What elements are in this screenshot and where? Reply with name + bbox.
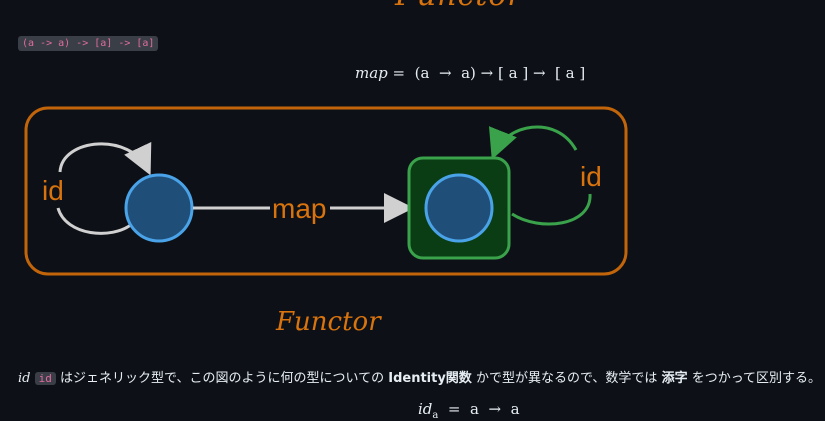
bold-subscript: 添字 [661, 371, 688, 386]
paragraph-text-1: はジェネリック型で、この図のように何の型についての [55, 371, 389, 386]
diagram-caption: Functor [276, 307, 381, 337]
right-identity-loop [511, 193, 592, 226]
paragraph-text-2: かで型が異なるので、数学では [471, 371, 662, 386]
italic-id: id [18, 371, 31, 386]
category-frame [24, 106, 628, 276]
map-formula: map = (a → a) → [ a ] → [ a ] [355, 64, 585, 82]
right-loop-label: id [580, 161, 602, 192]
paragraph-text-3: をつかって区別する。 [687, 371, 822, 386]
id-formula: ida = a → a [418, 400, 520, 421]
source-node [124, 173, 194, 243]
inline-code-id: id [34, 372, 56, 385]
map-formula-name: map [355, 64, 388, 82]
target-node [424, 173, 494, 243]
section-heading: Functor [395, 0, 523, 13]
map-formula-body: = (a → a) → [ a ] → [ a ] [387, 64, 586, 82]
left-identity-loop-tail [56, 207, 133, 235]
id-formula-name: id [418, 400, 433, 418]
bold-identity: Identity関数 [388, 371, 472, 386]
left-identity-loop [58, 141, 152, 176]
id-formula-body: = a → a [438, 400, 520, 418]
map-arrow-label: map [272, 193, 326, 224]
left-loop-label: id [42, 175, 64, 206]
type-signature-code: (a -> a) -> [a] -> [a] [18, 36, 159, 51]
explanation-paragraph: id id はジェネリック型で、この図のように何の型についての Identity… [18, 367, 821, 386]
right-identity-loop-head [489, 125, 578, 160]
functor-diagram: id map id [24, 106, 628, 276]
